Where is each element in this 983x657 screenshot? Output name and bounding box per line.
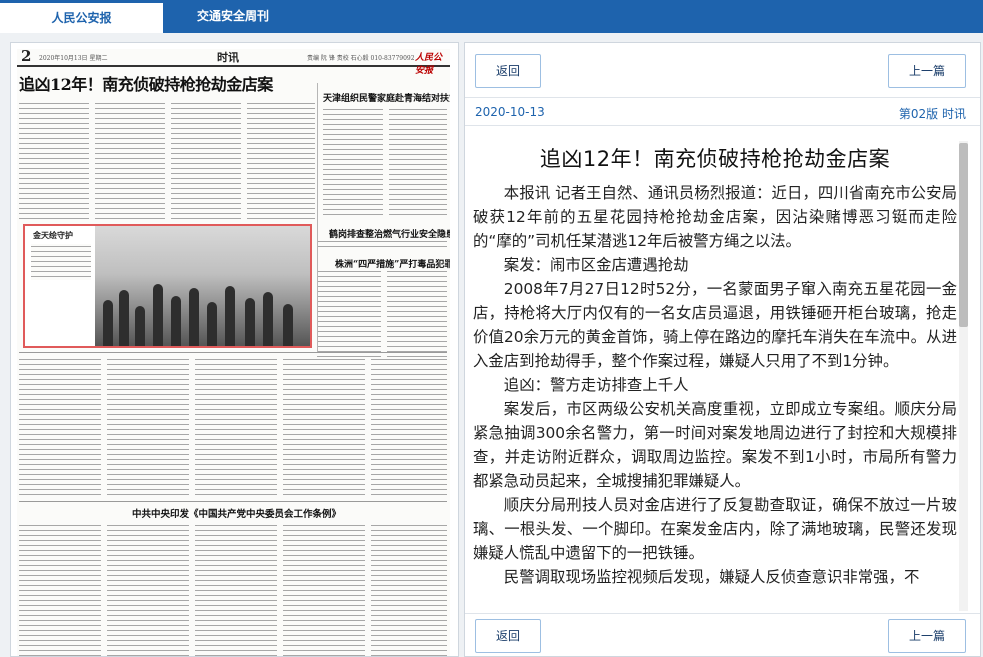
newspaper-text-column [389,107,447,219]
newspaper-editor-line: 责编 阮 锋 责校 石心毅 010-83779092 [307,55,415,62]
article-paragraph: 本报讯 记者王自然、通讯员杨烈报道：近日，四川省南充市公安局破获12年前的五星花… [473,184,957,250]
newspaper-text-column [195,523,277,656]
newspaper-logo: 人民公安报 [415,53,443,76]
tab-traffic-safety-weekly[interactable]: 交通安全周刊 [163,0,303,33]
newspaper-text-column [171,101,241,219]
newspaper-text-column [107,357,189,497]
person-silhouette [189,288,199,346]
newspaper-page-panel: 2 2020年10月13日 星期二 时讯 责编 阮 锋 责校 石心毅 010-8… [10,42,459,657]
person-silhouette [245,298,255,346]
article-paragraph: 案发后，市区两级公安机关高度重视，立即成立专案组。顺庆分局紧急抽调300余名警力… [473,400,957,490]
newspaper-headline[interactable]: 追凶12年！南充侦破持枪抢劫金店案 [19,71,319,95]
article-subheading: 案发：闹市区金店遭遇抢劫 [503,256,689,274]
article-page-link[interactable]: 第02版 时讯 [899,105,966,122]
newspaper-date-line: 2020年10月13日 星期二 [39,55,108,62]
newspaper-page-image[interactable]: 2 2020年10月13日 星期二 时讯 责编 阮 锋 责校 石心毅 010-8… [17,49,450,656]
newspaper-masthead: 2 2020年10月13日 星期二 时讯 责编 阮 锋 责校 石心毅 010-8… [17,49,450,76]
newspaper-text-column [371,357,447,497]
divider [465,97,980,98]
newspaper-text-column [195,357,277,497]
newspaper-text-column [283,357,365,497]
top-nav-bar: 人民公安报 交通安全周刊 [0,0,983,33]
newspaper-text-column [19,101,89,219]
divider [465,125,980,126]
newspaper-text-column [247,101,315,219]
article-reader-panel: 返回 上一篇 2020-10-13 第02版 时讯 追凶12年！南充侦破持枪抢劫… [464,42,981,657]
back-button[interactable]: 返回 [475,54,542,88]
article-paragraph: 2008年7月27日12时52分，一名蒙面男子窜入南充五星花园一金店，持枪将大厅… [473,280,957,370]
section-divider [19,352,447,353]
newspaper-page-number: 2 [21,49,32,65]
newspaper-side-headline[interactable]: 天津组织民警家庭赴青海结对扶贫 [323,91,450,104]
article-subheading: 追凶：警方走访排查上千人 [503,376,689,394]
newspaper-text-column [317,239,447,251]
article-date: 2020-10-13 [475,105,545,119]
previous-article-button-bottom[interactable]: 上一篇 [887,619,966,653]
newspaper-text-column [19,523,101,656]
newspaper-bottom-headline[interactable]: 中共中央印发《中国共产党中央委员会工作条例》 [132,506,341,520]
person-silhouette [263,292,273,346]
newspaper-text-column [323,107,383,219]
crowd-photo [95,226,310,346]
scrollbar-thumb[interactable] [959,143,968,327]
article-body: 追凶12年！南充侦破持枪抢劫金店案 本报讯 记者王自然、通讯员杨烈报道：近日，四… [473,129,957,611]
article-paragraph: 民警调取现场监控视频后发现，嫌疑人反侦查意识非常强，不 [503,568,920,586]
person-silhouette [103,300,113,346]
tab-people-public-security-news[interactable]: 人民公安报 [0,0,163,33]
newspaper-text-column [371,523,447,656]
newspaper-text-column [19,357,101,497]
photo-caption-title: 金天绘守护 [33,230,73,240]
article-paragraph: 顺庆分局刑技人员对金店进行了反复勘查取证，确保不放过一片玻璃、一根头发、一个脚印… [473,496,957,562]
news-photo-frame[interactable]: 金天绘守护 [23,224,312,348]
column-divider [317,83,318,353]
newspaper-text-column [107,523,189,656]
person-silhouette [119,290,129,346]
newspaper-section-name: 时讯 [217,51,239,64]
newspaper-text-column [283,523,365,656]
section-divider [19,501,447,502]
newspaper-text-column [387,269,447,357]
newspaper-text-column [95,101,165,219]
previous-article-button[interactable]: 上一篇 [887,54,966,88]
person-silhouette [283,304,293,346]
person-silhouette [225,286,235,346]
newspaper-text-column [317,269,381,357]
photo-caption-text [31,244,91,280]
article-title: 追凶12年！南充侦破持枪抢劫金店案 [539,147,891,171]
back-button-bottom[interactable]: 返回 [475,619,542,653]
person-silhouette [135,306,145,346]
person-silhouette [171,296,181,346]
divider [465,613,980,614]
person-silhouette [153,284,163,346]
person-silhouette [207,302,217,346]
